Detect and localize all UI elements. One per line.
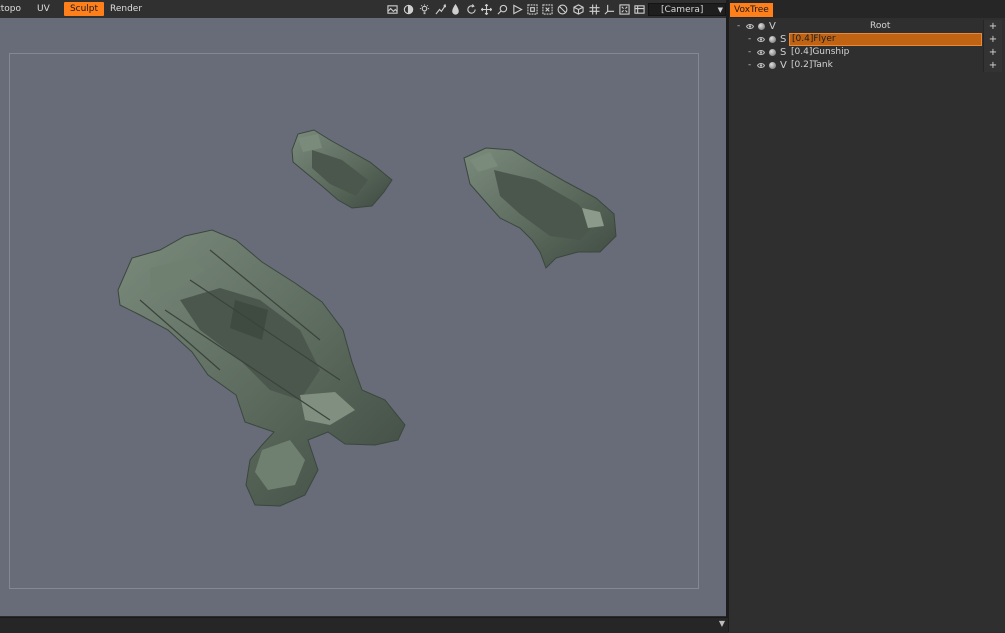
layer-type: V bbox=[769, 21, 776, 32]
chevron-down-icon: ▼ bbox=[717, 6, 723, 14]
chevron-down-icon[interactable]: ▼ bbox=[719, 619, 725, 628]
tree-row-flyer[interactable]: - S [0.4]Flyer + bbox=[729, 33, 1005, 46]
shading-icon[interactable] bbox=[403, 4, 414, 15]
layer-name[interactable]: Root bbox=[870, 20, 890, 33]
voxtree-panel: VoxTree - V Root + - S [0.4]Flyer + - S … bbox=[729, 0, 1005, 632]
room-tab-render[interactable]: Render bbox=[110, 2, 144, 16]
light-icon[interactable] bbox=[419, 4, 430, 15]
rotate-icon[interactable] bbox=[466, 4, 477, 15]
camera-select[interactable]: [Camera] ▼ bbox=[648, 3, 726, 16]
layer-type: V bbox=[780, 60, 787, 71]
fit-view-icon[interactable] bbox=[619, 4, 630, 15]
status-bar: ▼ bbox=[0, 617, 728, 633]
model-flyer[interactable] bbox=[291, 129, 393, 209]
layer-type: S bbox=[780, 47, 787, 58]
zoom-icon[interactable] bbox=[497, 4, 508, 15]
collapse-toggle[interactable]: - bbox=[748, 59, 751, 72]
layer-type: S bbox=[780, 34, 787, 45]
lines-icon[interactable] bbox=[435, 4, 446, 15]
tree-row-gunship[interactable]: - S [0.4]Gunship + bbox=[729, 46, 1005, 59]
collapse-toggle[interactable]: - bbox=[748, 33, 751, 46]
layer-name[interactable]: [0.2]Tank bbox=[791, 59, 833, 72]
room-tab-uv[interactable]: UV bbox=[37, 2, 53, 16]
tree-row-tank[interactable]: - V [0.2]Tank + bbox=[729, 59, 1005, 72]
grid-icon[interactable] bbox=[589, 4, 600, 15]
camera-select-label: [Camera] bbox=[661, 5, 704, 15]
model-large-ship[interactable] bbox=[117, 229, 406, 507]
add-layer-button[interactable]: + bbox=[983, 20, 1002, 33]
cube-icon[interactable] bbox=[573, 4, 584, 15]
shader-ball-icon[interactable] bbox=[769, 62, 776, 69]
room-tab-sculpt[interactable]: Sculpt bbox=[64, 2, 104, 16]
play-icon[interactable] bbox=[512, 4, 523, 15]
scene-models bbox=[117, 129, 617, 507]
panel-tabbar: VoxTree bbox=[729, 0, 1005, 18]
eye-icon[interactable] bbox=[757, 36, 765, 43]
box-icon[interactable] bbox=[527, 4, 538, 15]
layer-name[interactable]: [0.4]Gunship bbox=[791, 46, 849, 59]
3d-viewport[interactable] bbox=[0, 18, 726, 616]
eye-icon[interactable] bbox=[757, 49, 765, 56]
drop-icon[interactable] bbox=[450, 4, 461, 15]
background-icon[interactable] bbox=[387, 4, 398, 15]
shader-ball-icon[interactable] bbox=[769, 49, 776, 56]
shader-ball-icon[interactable] bbox=[758, 23, 765, 30]
collapse-toggle[interactable]: - bbox=[737, 20, 740, 33]
axis-icon[interactable] bbox=[604, 4, 615, 15]
room-tab-retopo[interactable]: ztopo bbox=[0, 2, 22, 16]
add-layer-button[interactable]: + bbox=[983, 33, 1002, 46]
eye-icon[interactable] bbox=[757, 62, 765, 69]
add-layer-button[interactable]: + bbox=[983, 59, 1002, 72]
render-region-icon[interactable] bbox=[634, 4, 645, 15]
collapse-toggle[interactable]: - bbox=[748, 46, 751, 59]
tree-row-root[interactable]: - V Root + bbox=[729, 20, 1005, 33]
model-gunship[interactable] bbox=[463, 147, 617, 269]
top-toolbar: ztopo UV Sculpt Render [Camera] ▼ bbox=[0, 0, 728, 19]
eye-icon[interactable] bbox=[746, 23, 754, 30]
shader-ball-icon[interactable] bbox=[769, 36, 776, 43]
add-layer-button[interactable]: + bbox=[983, 46, 1002, 59]
tab-voxtree[interactable]: VoxTree bbox=[730, 3, 773, 17]
move-icon[interactable] bbox=[481, 4, 492, 15]
box-alt-icon[interactable] bbox=[542, 4, 553, 15]
layer-name[interactable]: [0.4]Flyer bbox=[789, 33, 982, 46]
no-entry-icon[interactable] bbox=[557, 4, 568, 15]
